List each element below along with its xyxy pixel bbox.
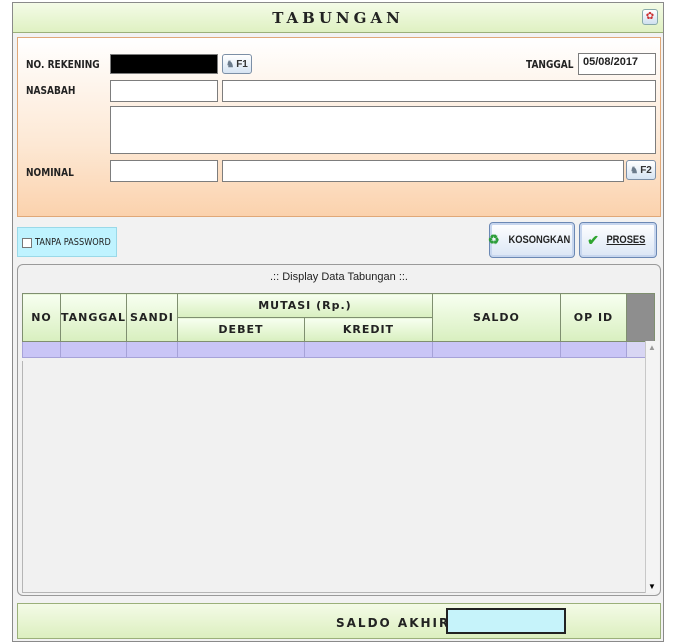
tanggal-input[interactable]: 05/08/2017 [578,53,656,75]
palette-icon[interactable]: ✿ [642,9,658,25]
tanpa-password-label: TANPA PASSWORD [35,237,111,248]
window-title: TABUNGAN [272,9,404,27]
f1-label: F1 [236,59,248,70]
col-header-sandi[interactable]: SANDI [125,293,178,342]
address-textarea[interactable] [110,106,656,154]
checkmark-icon: ✔ [587,231,599,248]
refresh-icon: ♻ [487,232,500,247]
col-header-filler [625,293,655,342]
footer-bar: SALDO AKHIR [17,603,661,639]
input-form-panel: NO. REKENING ♞ F1 TANGGAL 05/08/2017 NASA… [17,37,661,217]
col-header-saldo[interactable]: SALDO [431,293,561,342]
col-header-no[interactable]: NO [22,293,61,342]
table-cell[interactable] [559,341,627,358]
proses-button[interactable]: ✔ PROSES [579,222,657,258]
nasabah-label: NASABAH [26,84,76,97]
proses-label: PROSES [606,234,646,246]
data-grid-panel: .:: Display Data Tabungan ::. NO TANGGAL… [17,264,661,596]
grid-empty-area[interactable] [22,361,656,593]
col-header-kredit[interactable]: KREDIT [303,317,433,342]
col-header-mutasi[interactable]: MUTASI (Rp.) [176,293,433,318]
search-binoculars-icon: ♞ [226,59,235,69]
title-bar: TABUNGAN ✿ [13,3,663,33]
tabungan-table: NO TANGGAL SANDI MUTASI (Rp.) SALDO OP I… [22,293,655,358]
col-header-op-id[interactable]: OP ID [559,293,627,342]
no-rekening-input[interactable] [110,54,218,74]
search-binoculars-icon: ♞ [630,165,639,175]
scroll-up-arrow-icon[interactable]: ▲ [648,343,656,352]
f2-label: F2 [640,165,652,176]
tabungan-window: TABUNGAN ✿ NO. REKENING ♞ F1 TANGGAL 05/0… [12,2,664,642]
tanggal-label: TANGGAL [526,58,574,71]
saldo-akhir-field [446,608,566,634]
f2-lookup-button[interactable]: ♞ F2 [626,160,656,180]
table-cell[interactable] [125,341,178,358]
table-cell[interactable] [22,341,61,358]
scroll-down-arrow-icon[interactable]: ▼ [648,582,656,591]
col-header-tanggal[interactable]: TANGGAL [60,293,127,342]
grid-title: .:: Display Data Tabungan ::. [270,271,408,283]
nasabah-name-input[interactable] [222,80,656,102]
table-cell[interactable] [60,341,127,358]
tanpa-password-checkbox[interactable] [22,238,32,248]
table-cell[interactable] [303,341,433,358]
nominal-input[interactable] [110,160,218,182]
nominal-terbilang-input[interactable] [222,160,624,182]
kosongkan-button[interactable]: ♻ KOSONGKAN [487,222,575,258]
vertical-scrollbar[interactable]: ▲ ▼ [645,341,659,593]
no-rekening-label: NO. REKENING [26,58,100,71]
saldo-akhir-label: SALDO AKHIR [336,616,451,630]
f1-lookup-button[interactable]: ♞ F1 [222,54,252,74]
col-header-debet[interactable]: DEBET [176,317,305,342]
kosongkan-label: KOSONGKAN [508,234,571,246]
table-cell[interactable] [431,341,561,358]
nasabah-code-input[interactable] [110,80,218,102]
tanpa-password-option[interactable]: TANPA PASSWORD [17,227,117,257]
table-cell[interactable] [176,341,305,358]
table-row[interactable] [22,341,655,358]
nominal-label: NOMINAL [26,166,74,179]
